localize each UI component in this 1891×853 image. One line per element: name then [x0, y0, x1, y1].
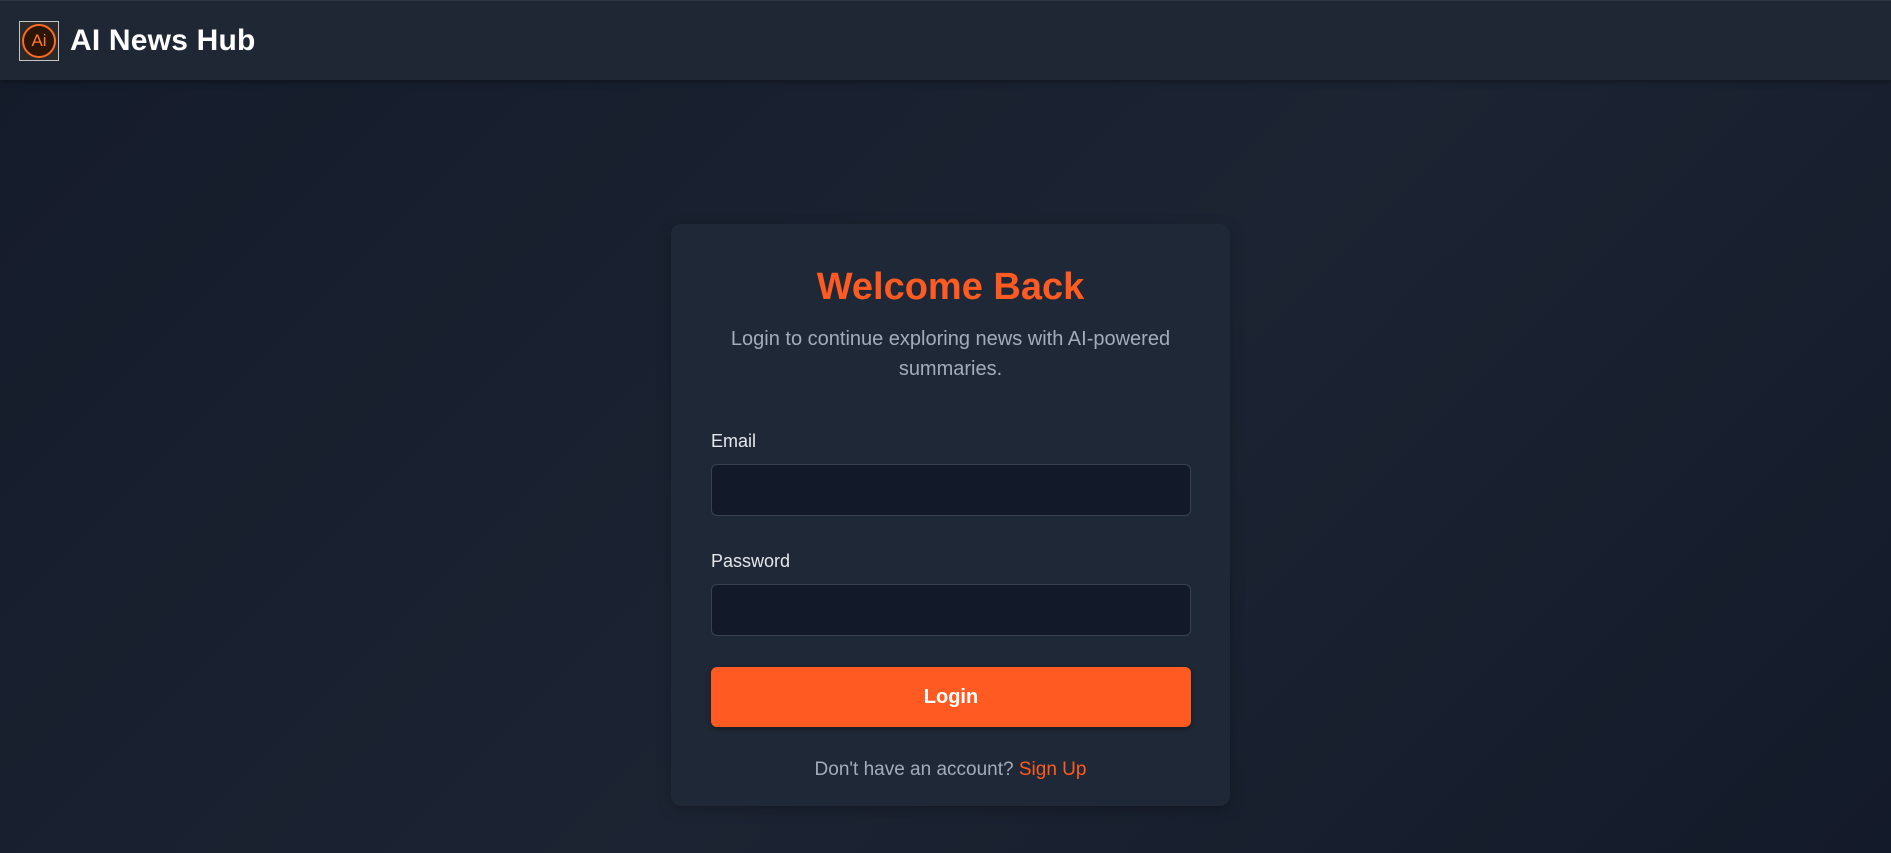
app-logo-icon[interactable]: Ai [19, 20, 59, 61]
login-card: Welcome Back Login to continue exploring… [671, 224, 1230, 806]
signup-link[interactable]: Sign Up [1019, 759, 1087, 780]
signup-row: Don't have an account? Sign Up [711, 759, 1190, 781]
email-label: Email [711, 431, 757, 451]
login-title: Welcome Back [816, 266, 1085, 308]
logo-text: Ai [22, 23, 56, 58]
top-navbar: Ai AI News Hub [0, 0, 1891, 80]
login-subtitle: Login to continue exploring news with AI… [730, 328, 1171, 380]
password-label: Password [711, 551, 791, 571]
brand-title[interactable]: AI News Hub [70, 24, 256, 58]
signup-prompt: Don't have an account? [814, 759, 1014, 780]
login-button[interactable]: Login [711, 667, 1191, 727]
password-field[interactable] [711, 584, 1191, 636]
email-field[interactable] [711, 464, 1191, 516]
